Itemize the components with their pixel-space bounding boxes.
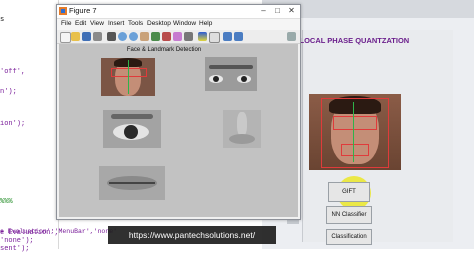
rotate-icon[interactable]: [151, 32, 160, 41]
minimize-icon[interactable]: –: [257, 5, 270, 18]
save-icon[interactable]: [82, 32, 91, 41]
zoom-in-icon[interactable]: [118, 32, 127, 41]
code-line: 'none');: [0, 237, 34, 245]
brow-shape: [209, 65, 253, 69]
face-box: [321, 98, 389, 168]
mouth-box: [341, 144, 369, 156]
eye-subplot: [103, 110, 161, 148]
detected-face-image: [309, 94, 401, 170]
figure-toolbar: [57, 30, 300, 44]
menu-tools[interactable]: Tools: [128, 20, 143, 27]
menu-edit[interactable]: Edit: [75, 20, 86, 27]
pupil-shape: [213, 76, 219, 82]
print-icon[interactable]: [93, 32, 102, 41]
open-icon[interactable]: [71, 32, 80, 41]
nose-bridge-shape: [237, 112, 247, 136]
gui-title: D LOCAL PHASE QUANTZATION: [292, 36, 410, 45]
figure-canvas: Face & Landmark Detection: [59, 44, 298, 217]
data-cursor-icon[interactable]: [162, 32, 171, 41]
menu-insert[interactable]: Insert: [108, 20, 124, 27]
show-icon[interactable]: [234, 32, 243, 41]
lip-line: [109, 182, 155, 184]
code-line: 'off',: [0, 68, 26, 76]
code-line: n');: [0, 88, 17, 96]
eye-box: [333, 116, 377, 130]
code-line: s: [0, 16, 5, 24]
nostril-shape: [229, 134, 255, 144]
nn-classifier-button[interactable]: NN Classifier: [326, 206, 372, 224]
code-line: sent');: [0, 245, 30, 253]
maximize-icon[interactable]: □: [271, 5, 284, 18]
code-line-overlay: e Evaluation','MenuBar','none': [0, 228, 118, 235]
figure-app-icon: [59, 7, 67, 15]
pupil-shape: [124, 125, 138, 139]
zoom-out-icon[interactable]: [129, 32, 138, 41]
website-url-banner: https://www.pantechsolutions.net/: [108, 226, 276, 244]
figure-menubar: File Edit View Insert Tools Desktop Wind…: [57, 19, 300, 30]
menu-view[interactable]: View: [90, 20, 104, 27]
pupil-shape: [241, 76, 247, 82]
brush-icon[interactable]: [173, 32, 182, 41]
menu-desktop[interactable]: Desktop: [147, 20, 171, 27]
legend-icon[interactable]: [209, 32, 220, 43]
figure-window: Figure 7 – □ ✕ File Edit View Insert Too…: [56, 4, 301, 220]
eye-box: [111, 68, 147, 77]
pointer-icon[interactable]: [107, 32, 116, 41]
brow-shape: [111, 114, 153, 119]
hide-icon[interactable]: [223, 32, 232, 41]
figure-titlebar: Figure 7 – □ ✕: [57, 5, 300, 19]
landmark-line: [353, 102, 354, 162]
eyes-subplot: [205, 57, 257, 91]
mouth-subplot: [99, 166, 165, 200]
classification-button[interactable]: Classification: [326, 229, 372, 245]
new-file-icon[interactable]: [60, 32, 71, 43]
face-subplot: [101, 58, 155, 96]
colorbar-icon[interactable]: [198, 32, 207, 41]
menu-window[interactable]: Window: [173, 20, 196, 27]
link-icon[interactable]: [184, 32, 193, 41]
dock-icon[interactable]: [287, 32, 296, 41]
plot-title: Face & Landmark Detection: [126, 47, 202, 53]
close-icon[interactable]: ✕: [285, 5, 298, 18]
pan-icon[interactable]: [140, 32, 149, 41]
figure-title: Figure 7: [69, 6, 97, 15]
nose-subplot: [223, 110, 261, 148]
gift-button[interactable]: GIFT: [328, 182, 370, 202]
code-editor[interactable]: s 'off', n'); ion'); %%% e Evaluation', '…: [0, 0, 59, 253]
code-line: ion');: [0, 120, 26, 128]
landmark-line: [128, 60, 129, 94]
menu-file[interactable]: File: [61, 20, 71, 27]
code-line: %%%: [0, 198, 13, 206]
menu-help[interactable]: Help: [199, 20, 212, 27]
